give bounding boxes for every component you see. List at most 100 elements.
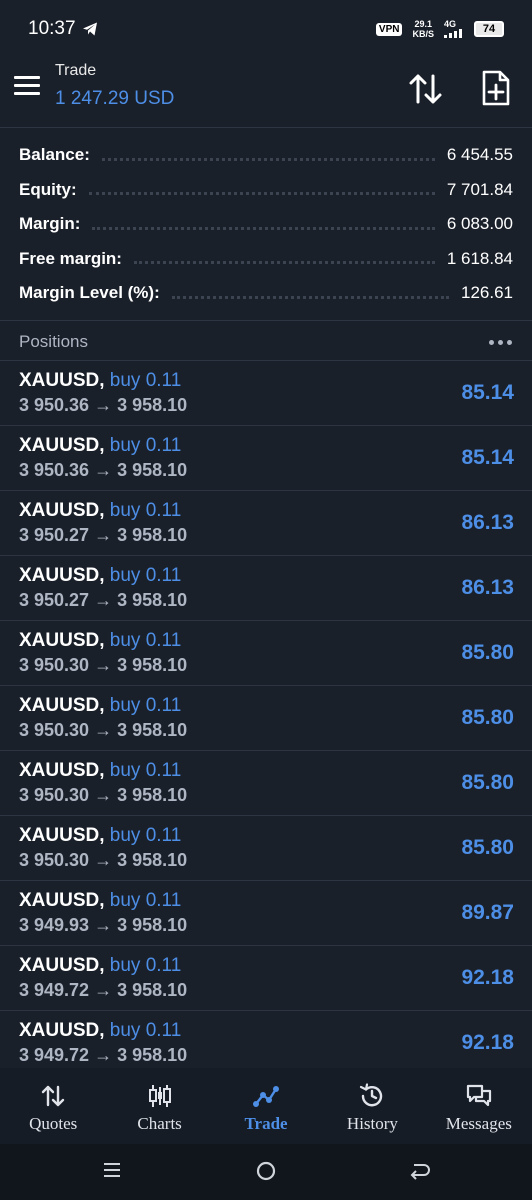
summary-value: 126.61 (461, 283, 513, 303)
page-title: Trade (55, 62, 97, 79)
position-symbol: XAUUSD, (19, 435, 105, 456)
summary-divider (0, 320, 532, 321)
position-symbol: XAUUSD, (19, 565, 105, 586)
summary-row-margin: Margin: 6 083.00 (0, 207, 532, 242)
position-row[interactable]: XAUUSD, buy 0.11 3 950.36 → 3 958.10 85.… (0, 426, 532, 491)
signal-bars-icon (444, 29, 462, 38)
summary-value: 6 454.55 (446, 145, 513, 165)
position-row[interactable]: XAUUSD, buy 0.11 3 950.36 → 3 958.10 85.… (0, 361, 532, 426)
dotted-leader (171, 295, 449, 299)
nav-label: History (346, 1114, 398, 1133)
position-symbol-line: XAUUSD, buy 0.11 (19, 760, 181, 782)
position-prices: 3 950.30 → 3 958.10 (19, 850, 188, 870)
position-symbol-line: XAUUSD, buy 0.11 (19, 695, 181, 717)
position-row[interactable]: XAUUSD, buy 0.11 3 950.27 → 3 958.10 86.… (0, 556, 532, 621)
position-row[interactable]: XAUUSD, buy 0.11 3 949.93 → 3 958.10 89.… (0, 881, 532, 946)
nav-trade[interactable]: Trade (213, 1068, 319, 1144)
status-right: VPN 29.1 KB/S 4G 74 (375, 19, 504, 39)
position-side: buy 0.11 (109, 1020, 182, 1041)
net-speed: 29.1 KB/S (412, 19, 434, 39)
position-row[interactable]: XAUUSD, buy 0.11 3 950.30 → 3 958.10 85.… (0, 621, 532, 686)
more-options-icon[interactable] (489, 339, 512, 345)
position-symbol-line: XAUUSD, buy 0.11 (19, 565, 181, 587)
position-row[interactable]: XAUUSD, buy 0.11 3 950.30 → 3 958.10 85.… (0, 751, 532, 816)
trade-icon (253, 1086, 280, 1107)
position-profit: 86.13 (461, 576, 514, 599)
dotted-leader (88, 192, 435, 196)
back-icon[interactable] (408, 1160, 430, 1182)
position-prices: 3 949.72 → 3 958.10 (19, 1045, 188, 1063)
position-symbol: XAUUSD, (19, 1020, 105, 1041)
nav-label: Quotes (29, 1114, 78, 1133)
charts-icon (148, 1085, 171, 1107)
nav-messages[interactable]: Messages (426, 1068, 532, 1144)
summary-label: Margin: (19, 214, 81, 234)
position-profit: 85.80 (461, 641, 514, 664)
position-row[interactable]: XAUUSD, buy 0.11 3 950.30 → 3 958.10 85.… (0, 686, 532, 751)
position-prices: 3 950.36 → 3 958.10 (19, 460, 188, 480)
status-left: 10:37 (28, 18, 98, 40)
home-icon[interactable] (255, 1160, 277, 1182)
nav-history[interactable]: History (319, 1068, 425, 1144)
position-side: buy 0.11 (109, 760, 182, 781)
summary-value: 7 701.84 (446, 179, 513, 199)
battery-icon: 74 (474, 21, 504, 37)
recent-apps-icon[interactable] (102, 1160, 122, 1180)
history-icon (360, 1083, 383, 1107)
position-profit: 85.80 (461, 836, 514, 859)
position-profit: 85.14 (461, 381, 514, 404)
header-divider (0, 127, 532, 128)
summary-row-free-margin: Free margin: 1 618.84 (0, 242, 532, 277)
position-symbol: XAUUSD, (19, 760, 105, 781)
position-side: buy 0.11 (109, 955, 182, 976)
position-symbol-line: XAUUSD, buy 0.11 (19, 825, 181, 847)
position-symbol: XAUUSD, (19, 825, 105, 846)
summary-label: Free margin: (19, 248, 122, 268)
position-row[interactable]: XAUUSD, buy 0.11 3 950.30 → 3 958.10 85.… (0, 816, 532, 881)
position-symbol-line: XAUUSD, buy 0.11 (19, 890, 181, 912)
position-prices: 3 949.93 → 3 958.10 (19, 915, 188, 935)
position-side: buy 0.11 (109, 370, 182, 391)
position-symbol-line: XAUUSD, buy 0.11 (19, 955, 181, 977)
summary-row-equity: Equity: 7 701.84 (0, 173, 532, 208)
network-type: 4G (444, 19, 457, 29)
summary-label: Margin Level (%): (19, 283, 160, 303)
clock: 10:37 (28, 18, 76, 39)
position-row[interactable]: XAUUSD, buy 0.11 3 950.27 → 3 958.10 86.… (0, 491, 532, 556)
positions-header: Positions (0, 324, 532, 360)
position-profit: 86.13 (461, 511, 514, 534)
position-symbol-line: XAUUSD, buy 0.11 (19, 630, 181, 652)
sort-icon[interactable] (408, 72, 444, 106)
position-row[interactable]: XAUUSD, buy 0.11 3 949.72 → 3 958.10 92.… (0, 1011, 532, 1063)
nav-quotes[interactable]: Quotes (0, 1068, 106, 1144)
position-side: buy 0.11 (109, 825, 182, 846)
position-side: buy 0.11 (109, 565, 182, 586)
new-order-icon[interactable] (480, 70, 512, 106)
bottom-nav: Quotes Charts Trade History Messages (0, 1068, 532, 1144)
position-side: buy 0.11 (109, 630, 182, 651)
position-profit: 92.18 (461, 966, 514, 989)
position-symbol-line: XAUUSD, buy 0.11 (19, 1020, 181, 1042)
menu-icon[interactable] (14, 76, 40, 96)
position-symbol-line: XAUUSD, buy 0.11 (19, 500, 181, 522)
nav-charts[interactable]: Charts (106, 1068, 212, 1144)
vpn-badge: VPN (375, 22, 403, 36)
telegram-icon (82, 22, 97, 36)
position-prices: 3 950.30 → 3 958.10 (19, 655, 188, 675)
position-symbol: XAUUSD, (19, 630, 105, 651)
positions-list: XAUUSD, buy 0.11 3 950.36 → 3 958.10 85.… (0, 361, 532, 1063)
position-symbol: XAUUSD, (19, 500, 105, 521)
position-profit: 85.80 (461, 771, 514, 794)
position-prices: 3 949.72 → 3 958.10 (19, 980, 188, 1000)
position-symbol: XAUUSD, (19, 955, 105, 976)
summary-value: 6 083.00 (446, 214, 513, 234)
position-prices: 3 950.30 → 3 958.10 (19, 720, 188, 740)
nav-label: Charts (137, 1114, 182, 1133)
position-side: buy 0.11 (109, 695, 182, 716)
position-prices: 3 950.27 → 3 958.10 (19, 525, 188, 545)
position-symbol-line: XAUUSD, buy 0.11 (19, 435, 181, 457)
position-row[interactable]: XAUUSD, buy 0.11 3 949.72 → 3 958.10 92.… (0, 946, 532, 1011)
messages-icon (466, 1084, 491, 1107)
app-header: Trade 1 247.29 USD (0, 58, 532, 128)
position-side: buy 0.11 (109, 890, 182, 911)
